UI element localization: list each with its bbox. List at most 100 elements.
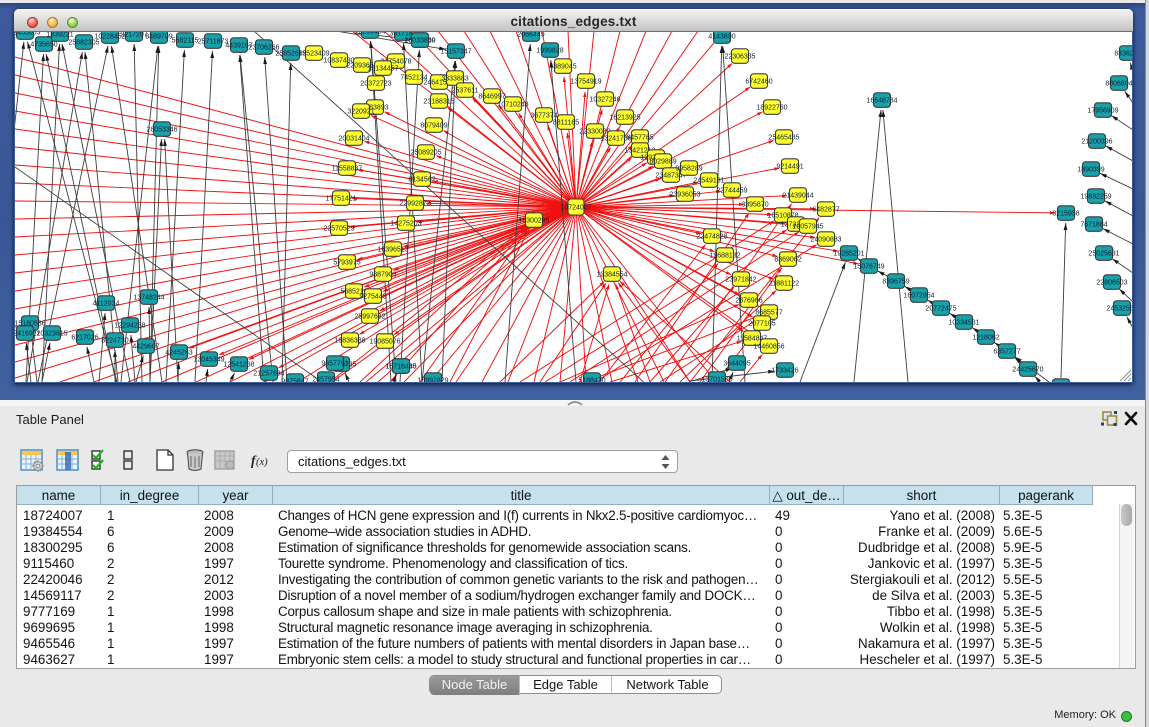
svg-text:4429607: 4429607 bbox=[132, 344, 159, 351]
svg-text:8336273: 8336273 bbox=[1114, 51, 1132, 58]
svg-text:14275203: 14275203 bbox=[390, 221, 421, 228]
svg-text:6357277: 6357277 bbox=[993, 349, 1020, 356]
svg-text:19085076: 19085076 bbox=[369, 339, 400, 346]
svg-text:8811165: 8811165 bbox=[553, 120, 579, 127]
svg-text:9887903: 9887903 bbox=[369, 272, 396, 279]
svg-text:23971842: 23971842 bbox=[725, 277, 756, 284]
svg-text:15716485: 15716485 bbox=[385, 364, 416, 371]
svg-text:2066449: 2066449 bbox=[517, 32, 544, 39]
svg-text:22992872: 22992872 bbox=[399, 201, 430, 208]
svg-text:24090883: 24090883 bbox=[810, 237, 841, 244]
svg-text:16072954: 16072954 bbox=[903, 293, 934, 300]
svg-text:8215958: 8215958 bbox=[1052, 211, 1079, 218]
svg-text:25025631: 25025631 bbox=[1088, 251, 1119, 258]
svg-text:3220921: 3220921 bbox=[347, 109, 374, 116]
svg-text:3395870: 3395870 bbox=[741, 202, 768, 209]
svg-text:25882305: 25882305 bbox=[68, 40, 99, 47]
svg-text:5793975: 5793975 bbox=[333, 260, 360, 267]
svg-text:25711873: 25711873 bbox=[198, 39, 229, 46]
svg-text:15076749: 15076749 bbox=[853, 264, 884, 271]
svg-text:8806804: 8806804 bbox=[1105, 81, 1132, 88]
svg-text:11881122: 11881122 bbox=[769, 281, 799, 288]
svg-text:1890399: 1890399 bbox=[1077, 167, 1104, 174]
svg-text:22455603: 22455603 bbox=[15, 32, 41, 37]
svg-text:18992829: 18992829 bbox=[417, 378, 448, 383]
svg-text:21439044: 21439044 bbox=[782, 193, 813, 200]
svg-text:22744459: 22744459 bbox=[716, 188, 747, 195]
svg-text:12541238: 12541238 bbox=[223, 362, 254, 369]
svg-text:20772475: 20772475 bbox=[925, 306, 956, 313]
svg-text:22330030: 22330030 bbox=[579, 129, 610, 136]
svg-text:3333883: 3333883 bbox=[441, 76, 468, 83]
svg-text:(x): (x) bbox=[256, 457, 268, 468]
svg-text:16033809: 16033809 bbox=[404, 38, 435, 45]
svg-text:5188470: 5188470 bbox=[578, 378, 605, 383]
svg-text:19688132: 19688132 bbox=[709, 253, 740, 260]
svg-text:3644095: 3644095 bbox=[723, 361, 750, 368]
svg-text:10334531: 10334531 bbox=[948, 320, 979, 327]
svg-text:4143890: 4143890 bbox=[708, 34, 735, 41]
svg-text:9875847: 9875847 bbox=[281, 379, 308, 383]
svg-text:2457954: 2457954 bbox=[312, 377, 339, 383]
svg-text:1999828: 1999828 bbox=[536, 48, 563, 55]
svg-text:6457765: 6457765 bbox=[626, 135, 653, 142]
svg-text:1839221: 1839221 bbox=[46, 32, 73, 39]
svg-text:4735650: 4735650 bbox=[30, 42, 57, 49]
svg-text:23188315: 23188315 bbox=[423, 99, 454, 106]
svg-text:8134562: 8134562 bbox=[408, 177, 435, 184]
svg-text:19523409: 19523409 bbox=[298, 51, 329, 58]
svg-text:22570529: 22570529 bbox=[323, 226, 354, 233]
svg-text:2077105: 2077105 bbox=[748, 321, 775, 328]
svg-text:18922760: 18922760 bbox=[756, 105, 787, 112]
svg-text:10710248: 10710248 bbox=[497, 102, 528, 109]
svg-text:25465435: 25465435 bbox=[768, 135, 799, 142]
svg-text:6482877: 6482877 bbox=[812, 207, 839, 214]
svg-text:1733426: 1733426 bbox=[771, 368, 798, 375]
svg-text:8224730: 8224730 bbox=[101, 338, 128, 345]
svg-text:21257684: 21257684 bbox=[253, 371, 284, 378]
svg-text:2537611: 2537611 bbox=[452, 88, 479, 95]
svg-text:5682115: 5682115 bbox=[172, 38, 199, 45]
svg-text:6217026: 6217026 bbox=[71, 335, 98, 342]
svg-text:12294238: 12294238 bbox=[114, 323, 145, 330]
svg-text:4112034: 4112034 bbox=[93, 301, 120, 308]
svg-text:4389045: 4389045 bbox=[549, 64, 576, 71]
svg-text:6742460: 6742460 bbox=[745, 79, 772, 86]
svg-text:13754919: 13754919 bbox=[570, 79, 601, 86]
svg-text:19299464: 19299464 bbox=[354, 32, 385, 36]
svg-text:25997682: 25997682 bbox=[354, 314, 385, 321]
svg-text:19384554: 19384554 bbox=[596, 272, 627, 279]
svg-text:28053346: 28053346 bbox=[146, 127, 177, 134]
svg-text:16213925: 16213925 bbox=[609, 115, 640, 122]
svg-text:13748244: 13748244 bbox=[133, 295, 164, 302]
svg-text:9958289: 9958289 bbox=[675, 166, 702, 173]
svg-text:25089205: 25089205 bbox=[410, 150, 441, 157]
svg-text:21200396: 21200396 bbox=[1081, 139, 1112, 146]
svg-text:13045349: 13045349 bbox=[193, 357, 224, 364]
svg-text:8646997: 8646997 bbox=[478, 94, 505, 101]
svg-text:2876966: 2876966 bbox=[735, 298, 762, 305]
svg-text:9657791: 9657791 bbox=[321, 361, 348, 368]
svg-text:18300295: 18300295 bbox=[518, 218, 549, 225]
svg-text:10057945: 10057945 bbox=[792, 224, 823, 231]
svg-text:8029889: 8029889 bbox=[649, 159, 676, 166]
svg-text:20372723: 20372723 bbox=[360, 81, 391, 88]
svg-text:10323815: 10323815 bbox=[36, 331, 67, 338]
svg-text:17956909: 17956909 bbox=[1087, 108, 1118, 115]
svg-text:9214491: 9214491 bbox=[776, 164, 803, 171]
svg-text:23936053: 23936053 bbox=[669, 192, 700, 199]
svg-text:22306335: 22306335 bbox=[724, 54, 755, 61]
svg-text:9217207: 9217207 bbox=[120, 32, 147, 39]
svg-text:9275445: 9275445 bbox=[359, 294, 386, 301]
svg-text:13701506: 13701506 bbox=[701, 377, 732, 383]
svg-text:8079409: 8079409 bbox=[420, 123, 447, 130]
svg-text:8369062: 8369062 bbox=[774, 257, 801, 264]
svg-text:10327246: 10327246 bbox=[589, 97, 620, 104]
svg-text:16396513: 16396513 bbox=[377, 247, 408, 254]
svg-text:7671884: 7671884 bbox=[1080, 222, 1107, 229]
svg-text:8396759: 8396759 bbox=[882, 279, 909, 286]
svg-text:14460856: 14460856 bbox=[753, 344, 784, 351]
svg-text:22806503: 22806503 bbox=[1096, 280, 1127, 287]
svg-text:19836388: 19836388 bbox=[334, 338, 365, 345]
svg-text:11558837: 11558837 bbox=[332, 166, 363, 173]
